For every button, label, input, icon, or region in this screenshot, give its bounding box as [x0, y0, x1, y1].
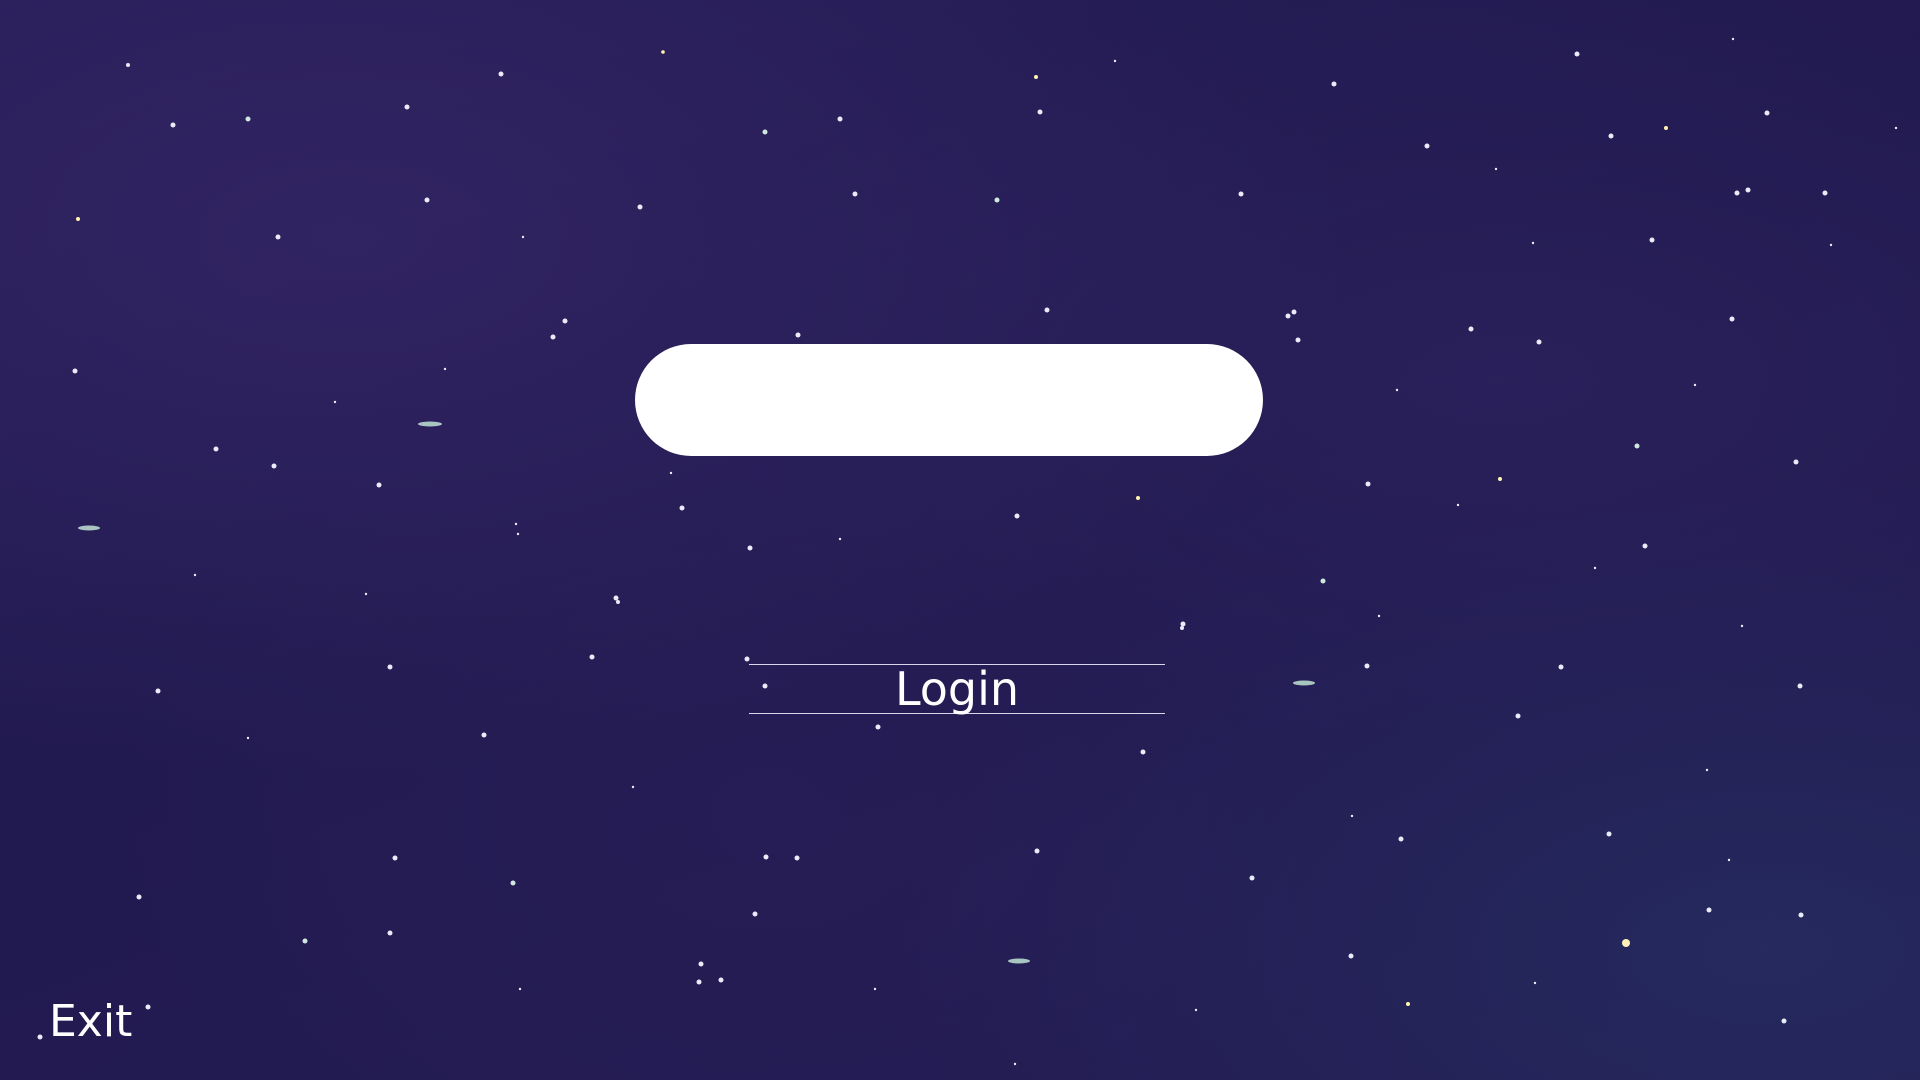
- name-input[interactable]: [635, 344, 1263, 456]
- exit-button[interactable]: Exit: [49, 995, 132, 1049]
- exit-button-label: Exit: [49, 996, 133, 1047]
- login-screen: Login Exit: [0, 0, 1920, 1080]
- login-button-label: Login: [894, 662, 1020, 716]
- starfield-background: [37, 37, 1898, 1066]
- login-button[interactable]: Login: [749, 662, 1165, 716]
